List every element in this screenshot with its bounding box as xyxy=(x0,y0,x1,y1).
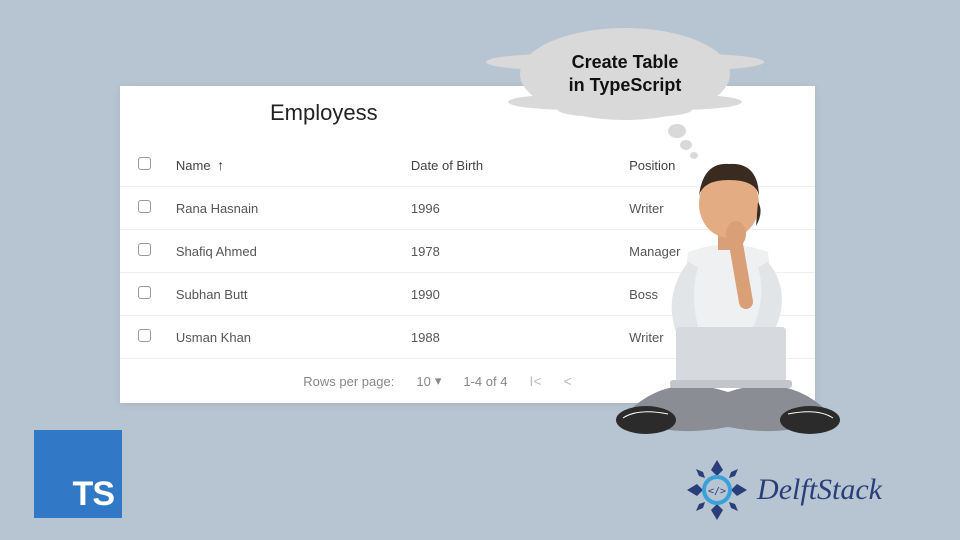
bubble-tail-dot-icon xyxy=(680,140,692,150)
cell-name: Usman Khan xyxy=(166,316,401,359)
dropdown-icon: ▾ xyxy=(435,373,442,389)
column-header-name[interactable]: Name ↑ xyxy=(166,144,401,187)
delftstack-logo-text: DelftStack xyxy=(757,473,882,507)
ts-logo-text: TS xyxy=(73,475,114,514)
bubble-tail-dot-icon xyxy=(668,124,686,138)
first-page-icon[interactable]: I< xyxy=(529,373,541,389)
row-checkbox[interactable] xyxy=(138,200,151,213)
row-checkbox[interactable] xyxy=(138,286,151,299)
pagination-range: 1-4 of 4 xyxy=(463,374,507,389)
cell-dob: 1978 xyxy=(401,230,619,273)
bubble-line1: Create Table xyxy=(572,51,679,74)
bubble-body: Create Table in TypeScript xyxy=(520,28,730,120)
delftstack-logo: </> DelftStack xyxy=(685,458,882,522)
svg-text:</>: </> xyxy=(708,486,726,497)
cell-name: Rana Hasnain xyxy=(166,187,401,230)
delftstack-emblem-icon: </> xyxy=(685,458,749,522)
rows-per-page-select[interactable]: 10 ▾ xyxy=(416,373,441,389)
sort-asc-icon: ↑ xyxy=(217,157,224,173)
cell-dob: 1988 xyxy=(401,316,619,359)
rows-per-page-value: 10 xyxy=(416,374,430,389)
select-all-checkbox[interactable] xyxy=(138,157,151,170)
cell-name: Shafiq Ahmed xyxy=(166,230,401,273)
cell-dob: 1990 xyxy=(401,273,619,316)
row-checkbox[interactable] xyxy=(138,329,151,342)
prev-page-icon[interactable]: < xyxy=(564,373,572,389)
bubble-line2: in TypeScript xyxy=(569,74,682,97)
row-checkbox[interactable] xyxy=(138,243,151,256)
cell-name: Subhan Butt xyxy=(166,273,401,316)
cell-dob: 1996 xyxy=(401,187,619,230)
column-label: Name xyxy=(176,158,211,173)
rows-per-page-label: Rows per page: xyxy=(303,374,394,389)
typescript-logo: TS xyxy=(34,430,122,518)
thought-bubble: Create Table in TypeScript xyxy=(520,28,740,148)
column-header-dob[interactable]: Date of Birth xyxy=(401,144,619,187)
person-illustration xyxy=(598,152,858,442)
